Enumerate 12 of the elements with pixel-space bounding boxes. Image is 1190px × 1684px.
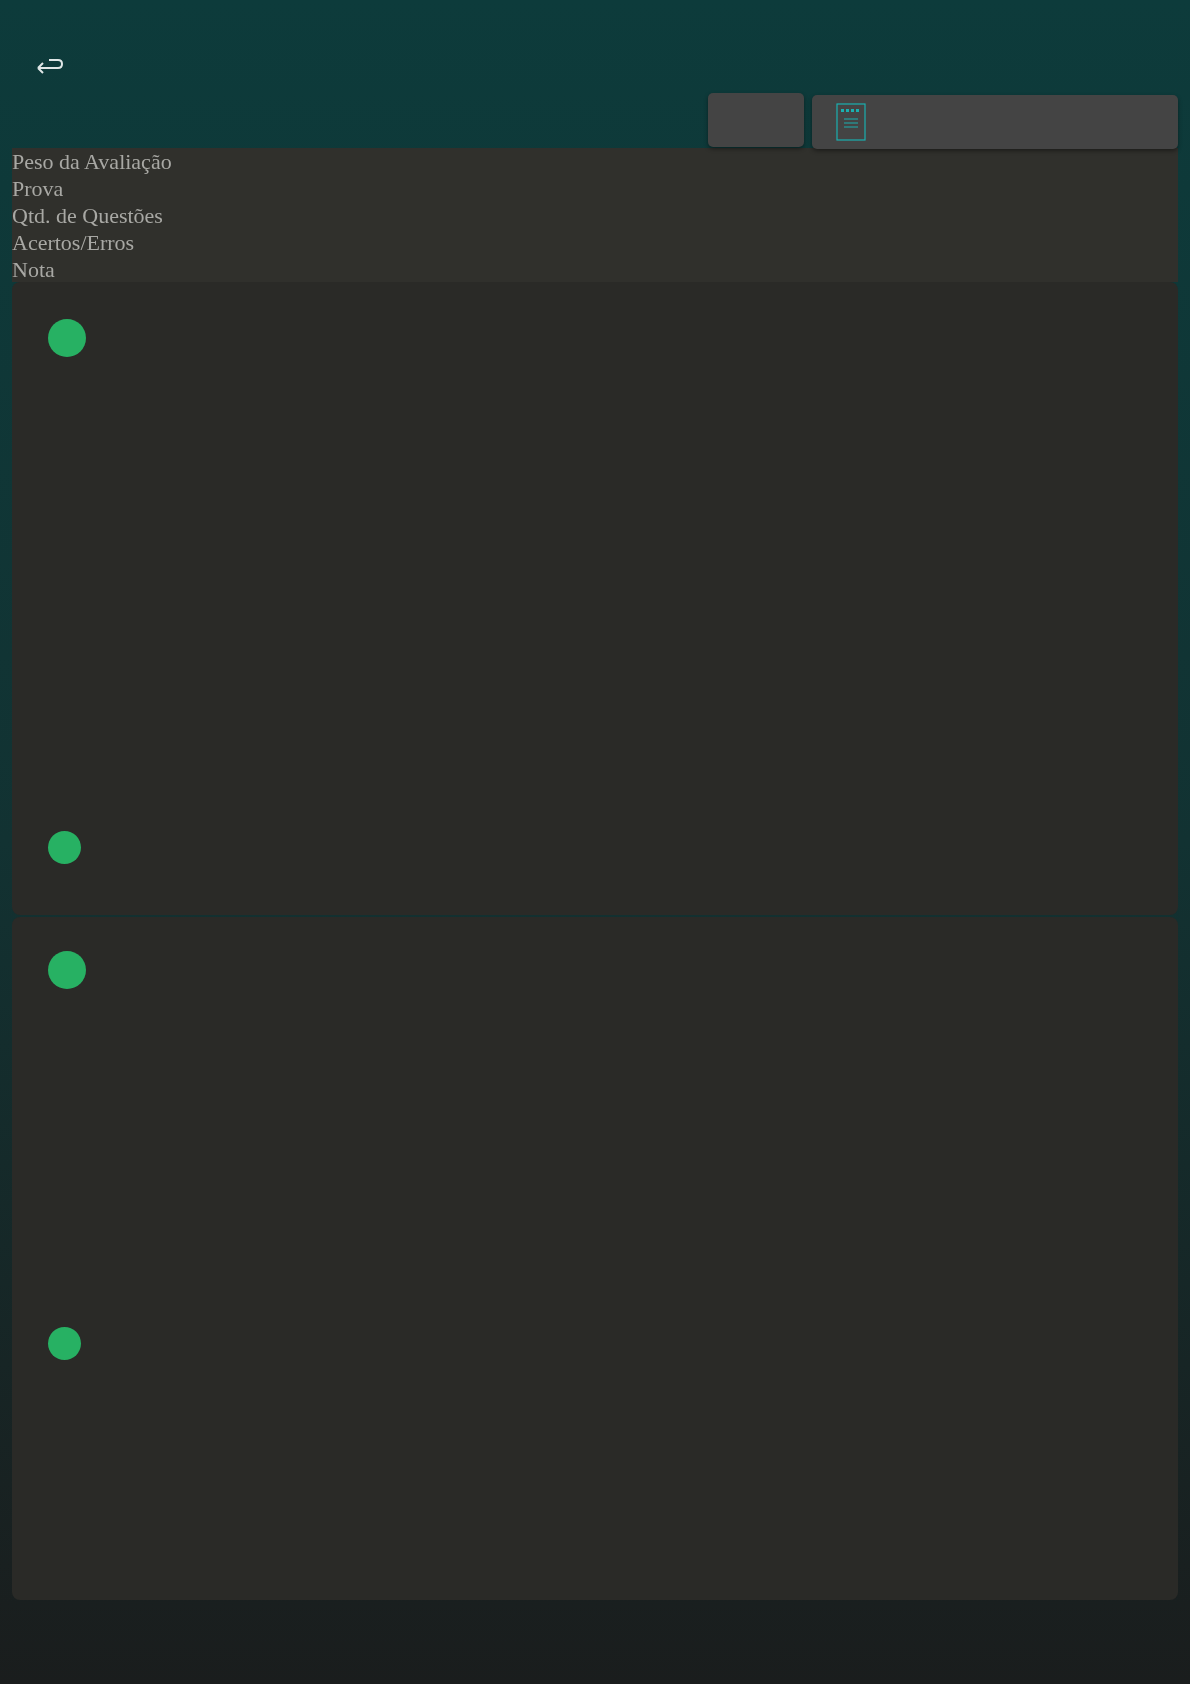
document-button[interactable] — [812, 95, 1178, 149]
column-label: Nota — [12, 256, 55, 283]
column-label: Peso da Avaliação — [12, 148, 172, 175]
column-label: Prova — [12, 175, 64, 202]
document-icon — [836, 103, 866, 141]
toolbar-button[interactable] — [708, 93, 804, 147]
status-dot — [48, 319, 86, 357]
status-dot — [48, 951, 86, 989]
column-label: Qtd. de Questões — [12, 202, 163, 229]
status-dot — [48, 831, 81, 864]
status-dot — [48, 1327, 81, 1360]
column-label: Acertos/Erros — [12, 229, 135, 256]
